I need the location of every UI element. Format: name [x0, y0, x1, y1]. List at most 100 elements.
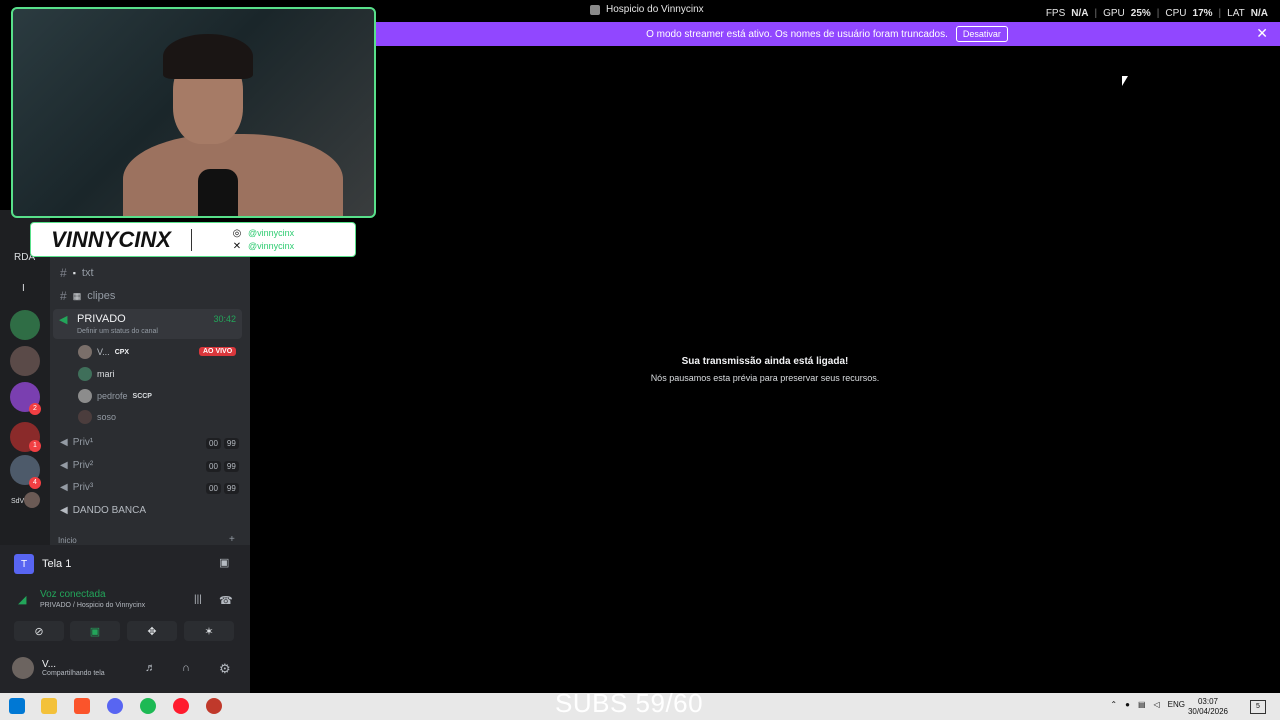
divider [191, 228, 192, 251]
stream-paused-subtitle: Nós pausamos esta prévia para preservar … [650, 373, 880, 383]
disconnect-icon[interactable]: ☎ [219, 594, 233, 607]
screen-share-button[interactable]: ▣ [70, 621, 120, 641]
user-limit: 00 99 [206, 438, 239, 449]
stat-gpu-value: 25% [1130, 8, 1151, 19]
add-channel-button[interactable]: + [229, 534, 235, 545]
voice-member[interactable]: V... CPX [78, 345, 129, 359]
server-icon-1[interactable] [10, 310, 40, 340]
member-name: pedrofe [97, 391, 128, 401]
volume-icon[interactable]: ◁ [1154, 700, 1160, 709]
unread-badge: 1 [29, 440, 41, 452]
clock[interactable]: 03:07 30/04/2026 [1188, 697, 1228, 717]
subs-counter: SUBS 59/60 [555, 688, 704, 718]
server-sdv[interactable]: SdV [11, 498, 24, 505]
microphone-icon[interactable]: ♬ [145, 662, 156, 674]
noise-suppression-icon[interactable]: ||| [194, 594, 202, 605]
speaker-icon: ◀ [60, 437, 68, 448]
voice-member[interactable]: mari [78, 367, 115, 381]
voice-member[interactable]: soso [78, 410, 116, 424]
close-icon[interactable]: ✕ [1256, 26, 1268, 40]
channel-txt[interactable]: # ▪ txt [60, 266, 94, 280]
opera-icon[interactable] [173, 698, 189, 714]
window-title-text: Hospicio do Vinnycinx [606, 4, 704, 15]
stream-paused-title: Sua transmissão ainda está ligada! [681, 356, 849, 367]
voice-channel-priv1[interactable]: ◀ Priv¹ [60, 437, 93, 448]
stat-lat-value: N/A [1250, 8, 1268, 19]
stop-stream-icon[interactable]: ▣ [219, 556, 229, 569]
activities-button[interactable]: ✥ [127, 621, 177, 641]
x-handle: ✕ @vinnycinx [232, 240, 294, 253]
windows-start-icon[interactable] [9, 698, 25, 714]
activities-icon: ✥ [147, 625, 157, 638]
clapper-icon: ▦ [72, 290, 82, 301]
channel-name: Priv¹ [72, 437, 94, 448]
mic-tray-icon[interactable]: ● [1125, 700, 1130, 709]
headphones-icon[interactable]: ∩ [182, 662, 190, 674]
instagram-icon: ◎ [232, 227, 242, 239]
file-explorer-icon[interactable] [41, 698, 57, 714]
stat-fps-label: FPS [1045, 8, 1066, 19]
gear-icon[interactable]: ⚙ [219, 661, 231, 677]
member-tag: SCCP [132, 392, 152, 400]
screen-icon: T [14, 554, 34, 574]
soundboard-button[interactable]: ✶ [184, 621, 234, 641]
mouse-cursor-icon [1122, 76, 1128, 86]
screen-share-row[interactable]: T Tela 1 [14, 554, 71, 574]
avatar [78, 410, 92, 424]
user-count: 00 [206, 438, 221, 449]
streamer-mode-banner: O modo streamer está ativo. Os nomes de … [374, 22, 1280, 46]
user-account-row[interactable]: V... Compartilhando tela [12, 657, 105, 679]
speaker-icon: ◀ [60, 482, 68, 493]
camera-off-icon: ⊘ [34, 625, 44, 638]
streamer-namecard: VINNYCINX ◎ @vinnycinx ✕ @vinnycinx [30, 222, 356, 257]
streamer-name: VINNYCINX [51, 226, 171, 252]
server-icon-6[interactable] [24, 492, 40, 508]
system-tray: ⌃ ● ▤ ◁ ENG [1110, 700, 1185, 709]
channel-clipes[interactable]: # ▦ clipes [60, 289, 115, 303]
voice-status: Voz conectada [40, 589, 106, 600]
category-inicio[interactable]: Inicio [58, 536, 77, 545]
member-tag: CPX [114, 348, 130, 356]
spotify-icon[interactable] [140, 698, 156, 714]
voice-channel-privado[interactable]: ◀ PRIVADO 30:42 Definir um status do can… [53, 309, 242, 339]
user-count: 00 [206, 483, 221, 494]
channel-name: txt [81, 267, 94, 279]
server-i[interactable]: I [22, 283, 25, 294]
unread-badge: 4 [29, 477, 41, 489]
member-name: V... [97, 347, 110, 357]
user-max: 99 [223, 483, 239, 494]
voice-connection[interactable]: ◢ Voz conectada PRIVADO / Hospicio do Vi… [18, 589, 145, 609]
channel-name: clipes [87, 290, 116, 302]
server-icon-2[interactable] [10, 346, 40, 376]
disable-streamer-button[interactable]: Desativar [955, 26, 1008, 42]
avatar [78, 367, 92, 381]
voice-channel-dando-banca[interactable]: ◀ DANDO BANCA [60, 505, 146, 516]
stat-cpu-value: 17% [1192, 8, 1213, 19]
stat-gpu-label: GPU [1103, 8, 1125, 19]
voice-member[interactable]: pedrofe SCCP [78, 389, 152, 403]
user-limit: 00 99 [206, 483, 239, 494]
network-icon[interactable]: ▤ [1138, 700, 1146, 709]
camera-off-button[interactable]: ⊘ [14, 621, 64, 641]
screen-label: Tela 1 [42, 558, 72, 570]
instagram-text: @vinnycinx [248, 227, 295, 238]
channel-status-hint[interactable]: Definir um status do canal [77, 328, 158, 335]
stat-fps-value: N/A [1071, 8, 1089, 19]
hash-icon: # [60, 289, 67, 303]
user-status: Compartilhando tela [42, 670, 105, 677]
discord-icon[interactable] [107, 698, 123, 714]
clock-time: 03:07 [1197, 697, 1218, 706]
voice-channel-priv2[interactable]: ◀ Priv² [60, 460, 93, 471]
notification-icon[interactable]: 5 [1250, 700, 1266, 714]
voice-channel-priv3[interactable]: ◀ Priv³ [60, 482, 93, 493]
language-indicator[interactable]: ENG [1168, 700, 1185, 709]
channel-name: Priv² [72, 460, 94, 471]
chevron-up-icon[interactable]: ⌃ [1110, 700, 1117, 709]
voice-timer: 30:42 [213, 314, 236, 324]
brave-browser-icon[interactable] [74, 698, 90, 714]
streamer-mode-message: O modo streamer está ativo. Os nomes de … [646, 28, 948, 40]
user-limit: 00 99 [206, 461, 239, 472]
app-icon[interactable] [206, 698, 222, 714]
user-max: 99 [223, 461, 239, 472]
avatar [78, 345, 92, 359]
